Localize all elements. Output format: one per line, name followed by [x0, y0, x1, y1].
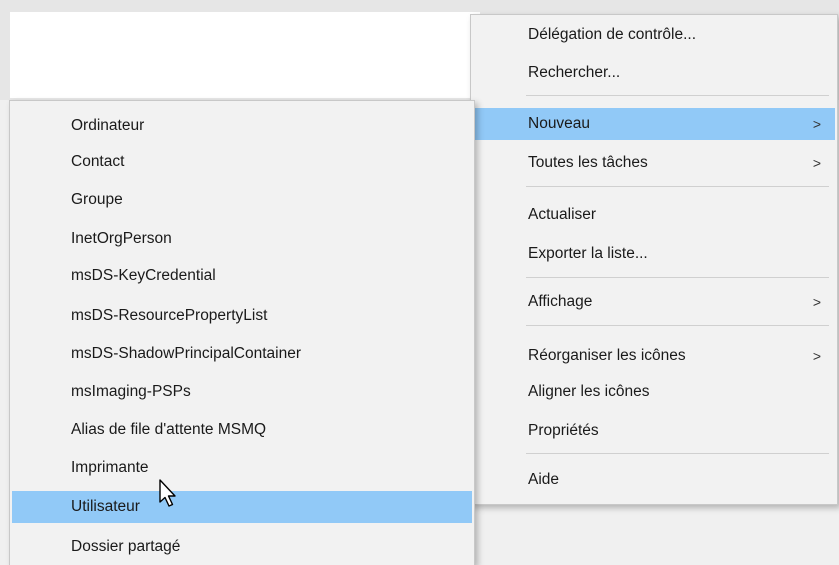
- submenu-item-msimaging-psps[interactable]: msImaging-PSPs: [12, 376, 472, 408]
- menu-item-label: Délégation de contrôle...: [528, 26, 697, 43]
- submenu-item-dossier-partage[interactable]: Dossier partagé: [12, 531, 472, 563]
- menu-item-affichage[interactable]: Affichage >: [473, 286, 835, 318]
- submenu-item-label: Alias de file d'attente MSMQ: [71, 421, 267, 438]
- menu-item-label: Exporter la liste...: [528, 245, 648, 262]
- menu-separator: [526, 325, 829, 326]
- submenu-item-label: Utilisateur: [71, 498, 140, 515]
- submenu-item-label: msImaging-PSPs: [71, 383, 191, 400]
- menu-item-exporter-la-liste[interactable]: Exporter la liste...: [473, 238, 835, 270]
- menu-item-label: Aligner les icônes: [528, 383, 650, 400]
- submenu-item-ordinateur[interactable]: Ordinateur: [12, 110, 472, 142]
- menu-item-aligner-les-icones[interactable]: Aligner les icônes: [473, 376, 835, 408]
- submenu-item-label: Dossier partagé: [71, 538, 181, 555]
- chevron-right-icon: >: [812, 116, 821, 132]
- chevron-right-icon: >: [812, 155, 821, 171]
- background-white-panel: [10, 12, 480, 98]
- submenu-item-alias-msmq[interactable]: Alias de file d'attente MSMQ: [12, 414, 472, 446]
- menu-item-label: Actualiser: [528, 206, 597, 223]
- menu-item-nouveau[interactable]: Nouveau >: [473, 108, 835, 140]
- menu-item-label: Rechercher...: [528, 64, 621, 81]
- submenu-item-inetorgperson[interactable]: InetOrgPerson: [12, 223, 472, 255]
- submenu-nouveau: Ordinateur Contact Groupe InetOrgPerson …: [9, 100, 475, 565]
- menu-item-toutes-les-taches[interactable]: Toutes les tâches >: [473, 147, 835, 179]
- menu-item-label: Aide: [528, 471, 560, 488]
- menu-separator: [526, 453, 829, 454]
- submenu-item-label: msDS-ShadowPrincipalContainer: [71, 345, 302, 362]
- menu-item-actualiser[interactable]: Actualiser: [473, 199, 835, 231]
- submenu-item-contact[interactable]: Contact: [12, 146, 472, 178]
- context-menu: Délégation de contrôle... Rechercher... …: [470, 14, 838, 505]
- menu-item-reorganiser-les-icones[interactable]: Réorganiser les icônes >: [473, 340, 835, 372]
- menu-separator: [526, 277, 829, 278]
- menu-item-label: Affichage: [528, 293, 593, 310]
- submenu-item-groupe[interactable]: Groupe: [12, 184, 472, 216]
- menu-item-aide[interactable]: Aide: [473, 464, 835, 496]
- menu-item-rechercher[interactable]: Rechercher...: [473, 57, 835, 89]
- submenu-item-msds-keycredential[interactable]: msDS-KeyCredential: [12, 260, 472, 292]
- submenu-item-label: msDS-KeyCredential: [71, 267, 216, 284]
- submenu-item-msds-resourcepropertylist[interactable]: msDS-ResourcePropertyList: [12, 300, 472, 332]
- chevron-right-icon: >: [812, 294, 821, 310]
- submenu-item-utilisateur[interactable]: Utilisateur: [12, 491, 472, 523]
- menu-item-label: Propriétés: [528, 422, 599, 439]
- menu-item-delegation-de-controle[interactable]: Délégation de contrôle...: [473, 19, 835, 51]
- submenu-item-label: Ordinateur: [71, 117, 145, 134]
- submenu-item-label: InetOrgPerson: [71, 230, 172, 247]
- submenu-item-label: Imprimante: [71, 459, 149, 476]
- menu-separator: [526, 186, 829, 187]
- menu-item-proprietes[interactable]: Propriétés: [473, 415, 835, 447]
- menu-item-label: Nouveau: [528, 115, 591, 132]
- menu-separator: [526, 95, 829, 96]
- submenu-item-label: Groupe: [71, 191, 123, 208]
- submenu-item-msds-shadowprincipalcontainer[interactable]: msDS-ShadowPrincipalContainer: [12, 338, 472, 370]
- submenu-item-label: msDS-ResourcePropertyList: [71, 307, 268, 324]
- menu-item-label: Réorganiser les icônes: [528, 347, 686, 364]
- submenu-item-label: Contact: [71, 153, 125, 170]
- chevron-right-icon: >: [812, 348, 821, 364]
- submenu-item-imprimante[interactable]: Imprimante: [12, 452, 472, 484]
- menu-item-label: Toutes les tâches: [528, 154, 648, 171]
